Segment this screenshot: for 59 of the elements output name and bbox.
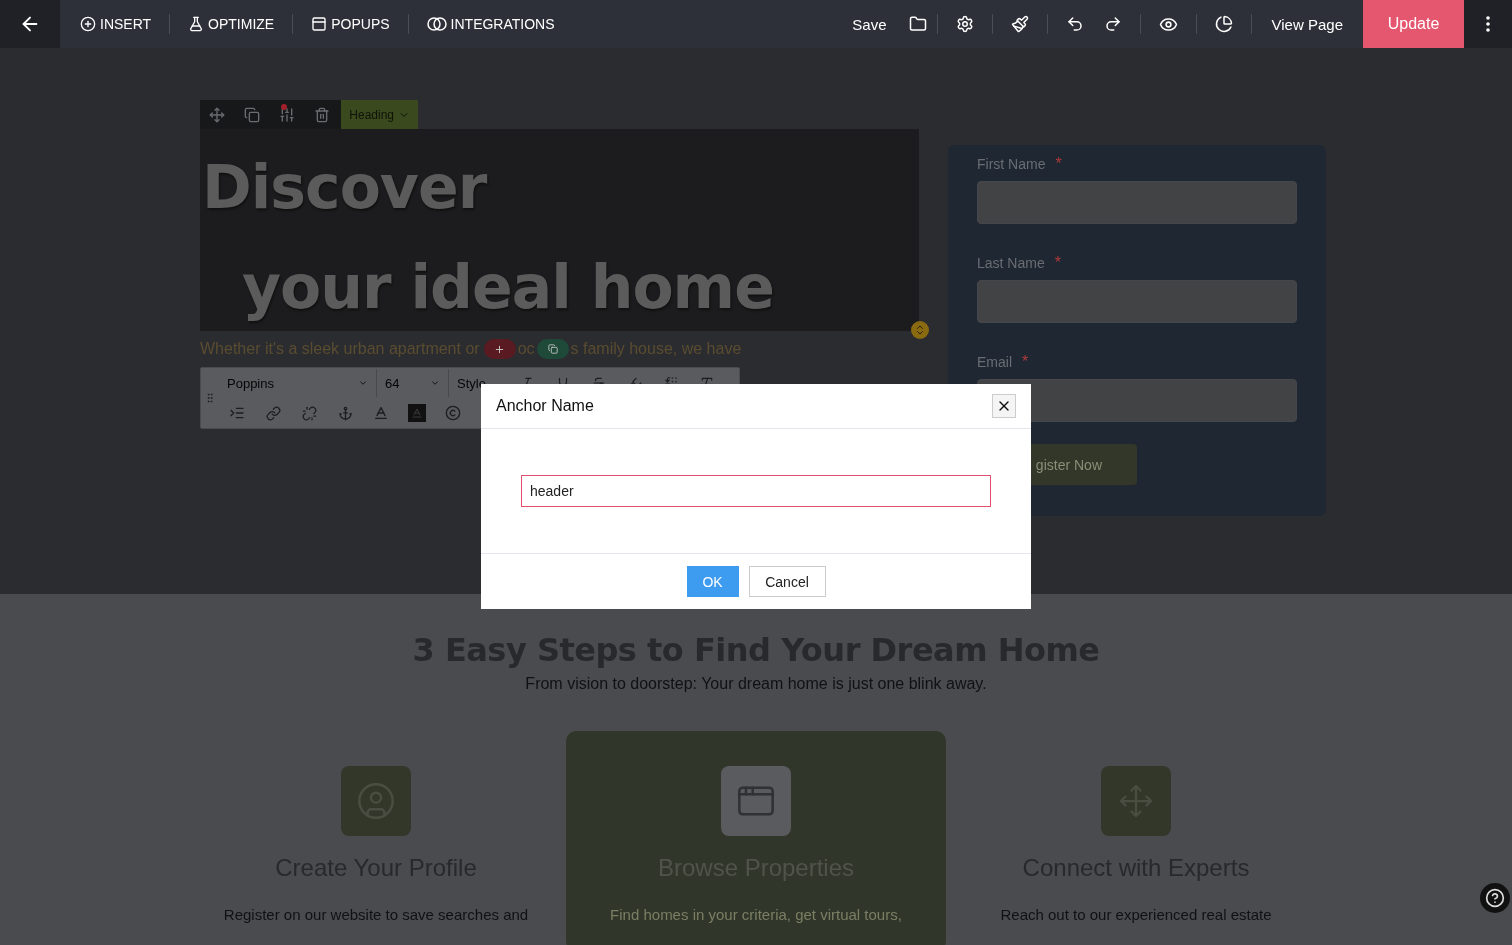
copy-icon	[244, 106, 261, 123]
nav-menu-button[interactable]: INSERT	[62, 9, 170, 39]
move-arrows-icon	[1118, 783, 1154, 819]
redo-icon	[1103, 15, 1122, 33]
dialog-title: Anchor Name	[496, 397, 594, 415]
plus-circle-icon	[80, 16, 96, 32]
more-icon	[1486, 16, 1490, 32]
text-color-icon	[373, 405, 389, 421]
highlight-letter-icon	[408, 404, 426, 422]
list-indent-icon	[229, 405, 245, 421]
step-text: Find homes in your criteria, get virtual tours,	[610, 906, 902, 923]
nav-menu-button[interactable]: INTEGRATIONS	[408, 9, 573, 39]
undo-icon	[1065, 15, 1084, 33]
user-circle-icon	[356, 781, 396, 821]
field-label: Last Name	[977, 254, 1045, 273]
anchor-name-input[interactable]: header	[521, 475, 991, 507]
save-button[interactable]: Save	[840, 9, 899, 39]
anchor-icon	[337, 405, 353, 421]
input-field[interactable]	[977, 181, 1297, 224]
copy-icon	[547, 344, 558, 354]
view-page-button[interactable]: View Page	[1251, 9, 1363, 39]
caret-icon	[358, 378, 368, 388]
window-icon	[311, 16, 328, 32]
field-label: Email	[977, 353, 1012, 372]
input-field[interactable]	[977, 280, 1297, 323]
overlapping-circles-icon	[426, 17, 447, 31]
help-icon	[1485, 888, 1505, 908]
field-label: First Name	[977, 155, 1046, 174]
pie-chart-icon	[1214, 15, 1233, 33]
back-button[interactable]	[0, 0, 60, 48]
section-subtitle: From vision to doorstep: Your dream home is just one blink away.	[525, 675, 987, 693]
resize-handle[interactable]	[911, 321, 929, 339]
nav-menu-button[interactable]: POPUPS	[293, 9, 408, 39]
caret-icon	[430, 378, 440, 388]
paintbrush-icon	[1010, 15, 1029, 33]
step-text: Reach out to our experienced real estate	[1000, 906, 1272, 923]
drag-grip-icon	[204, 392, 216, 404]
folder-icon	[908, 15, 927, 33]
settings-icon	[955, 15, 974, 33]
nav-menu-button[interactable]: OPTIMIZE	[170, 9, 293, 39]
copyright-icon	[445, 405, 461, 421]
required-mark: *	[1055, 155, 1062, 173]
close-button[interactable]	[992, 394, 1016, 418]
trash-icon	[313, 106, 330, 123]
copy-button[interactable]	[536, 339, 569, 359]
update-button[interactable]: Update	[1363, 0, 1464, 48]
required-mark: *	[1022, 353, 1029, 371]
hero-heading: your ideal home	[241, 251, 774, 324]
unlink-icon	[301, 405, 317, 421]
step-text: Register on our website to save searches and	[223, 906, 529, 923]
chevrons-icon	[914, 324, 926, 336]
flask-icon	[188, 16, 205, 32]
hero-heading: Discover	[202, 151, 487, 224]
move-icon	[209, 106, 226, 123]
cancel-button[interactable]: Cancel	[748, 566, 826, 597]
sliders-icon	[279, 106, 296, 123]
required-mark: *	[1054, 254, 1061, 272]
link-icon	[265, 405, 281, 421]
plus-icon	[494, 343, 506, 355]
